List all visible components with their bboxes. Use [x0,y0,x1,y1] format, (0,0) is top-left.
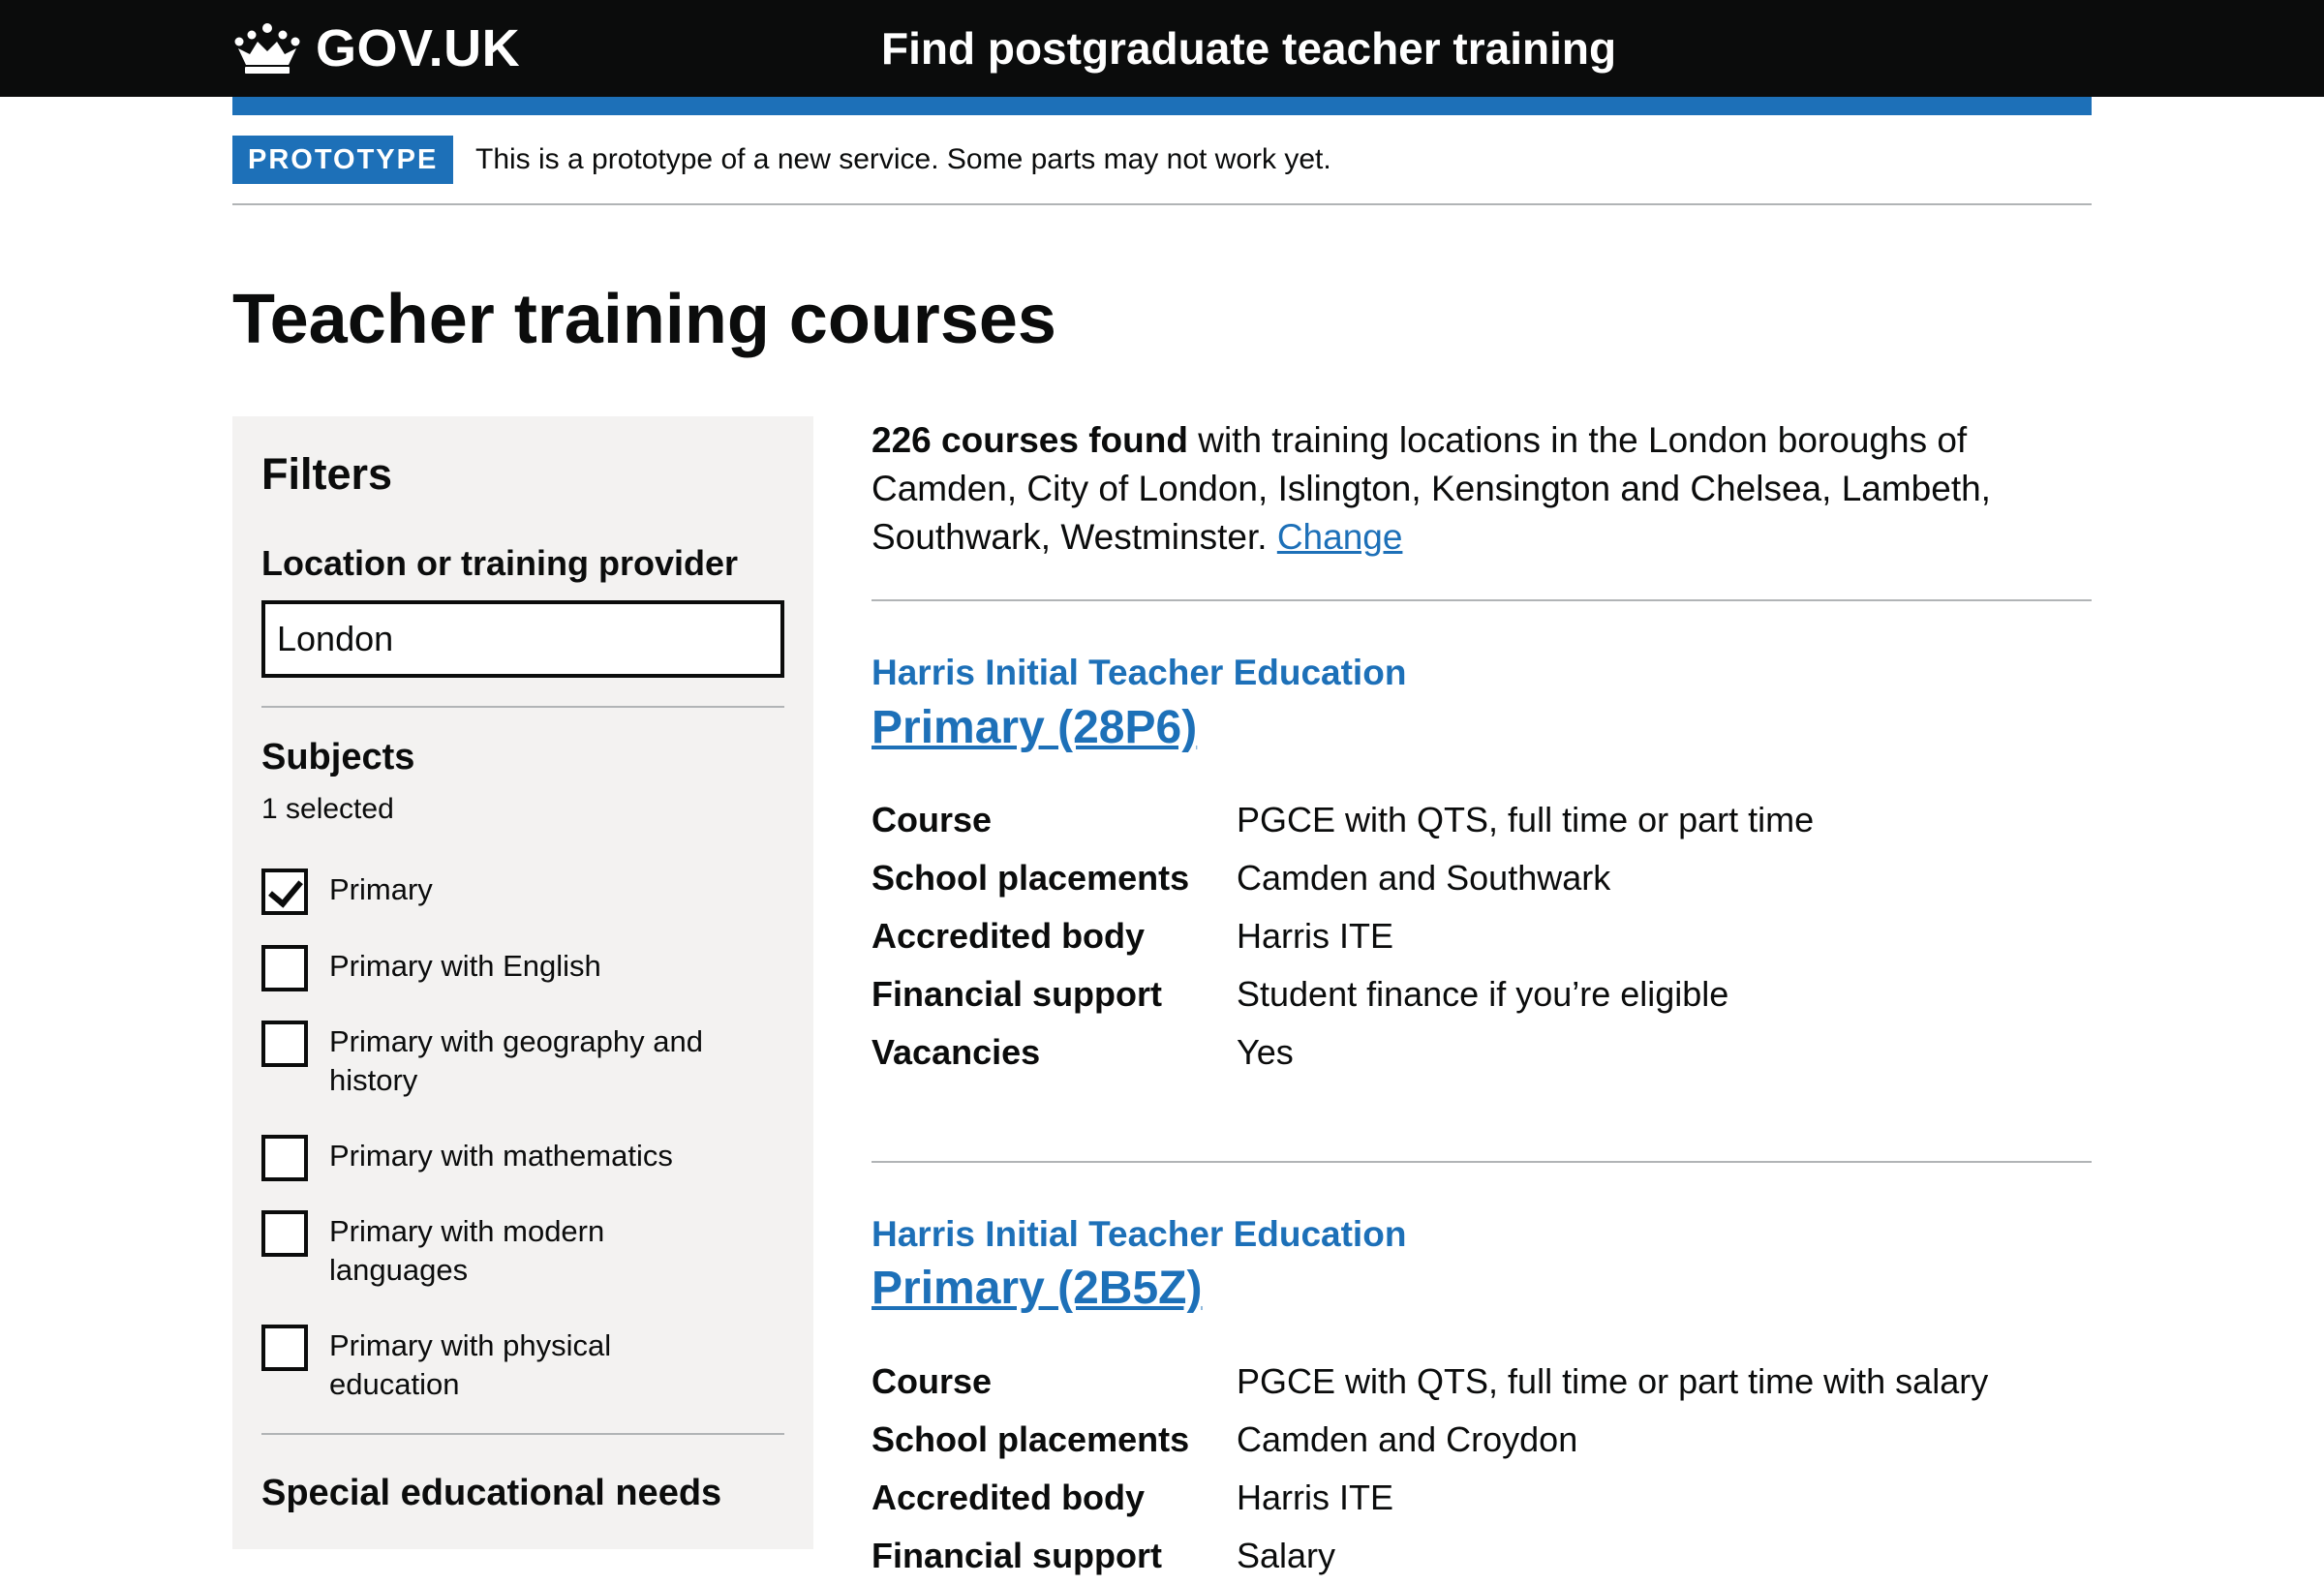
course-provider: Harris Initial Teacher Education [872,653,1407,692]
detail-value: Camden and Southwark [1237,858,1611,898]
divider [872,1161,2092,1163]
detail-term: Accredited body [872,1478,1146,1517]
divider [261,1433,784,1435]
course-detail-row: Accredited body Harris ITE [872,1469,2092,1527]
detail-value: Harris ITE [1237,916,1393,956]
subjects-selected-count: 1 selected [261,793,394,825]
course-detail-row: School placements Camden and Southwark [872,849,2092,907]
course-provider: Harris Initial Teacher Education [872,1214,1407,1254]
detail-term: Financial support [872,974,1163,1014]
detail-value: Student finance if you’re eligible [1237,974,1729,1014]
results-summary: 226 courses found with training location… [872,416,2092,562]
site-header: GOV.UK Find postgraduate teacher trainin… [0,0,2324,97]
filters-title: Filters [261,449,393,499]
detail-value: Yes [1237,1032,1294,1072]
change-location-link[interactable]: Change [1277,517,1403,557]
sen-filter-title: Special educational needs [261,1473,722,1513]
detail-value: PGCE with QTS, full time or part time [1237,800,1815,839]
checkbox-label[interactable]: Primary with physical education [329,1326,746,1404]
checkbox[interactable] [261,1135,308,1181]
divider [261,706,784,708]
checkbox-label[interactable]: Primary with geography and history [329,1022,746,1100]
results-count: 226 courses found [872,420,1188,460]
course-detail-row: School placements Camden and Croydon [872,1411,2092,1469]
checkbox-label[interactable]: Primary with modern languages [329,1212,746,1290]
divider [872,599,2092,601]
detail-term: School placements [872,858,1190,898]
checkbox[interactable] [261,869,308,915]
checkbox[interactable] [261,945,308,991]
checkbox[interactable] [261,1021,308,1067]
course-title-link[interactable]: Primary (2B5Z) [872,1258,1202,1320]
phase-banner: PROTOTYPE This is a prototype of a new s… [232,136,2092,205]
course-detail-row: Financial support Student finance if you… [872,965,2092,1023]
course-detail-row: Course PGCE with QTS, full time or part … [872,791,2092,849]
phase-banner-text: This is a prototype of a new service. So… [475,143,1331,175]
checkbox-label[interactable]: Primary with mathematics [329,1137,746,1175]
detail-term: School placements [872,1419,1190,1459]
crown-icon [234,23,300,74]
page-title: Teacher training courses [232,281,1056,358]
checkbox[interactable] [261,1210,308,1257]
checkbox-label[interactable]: Primary [329,870,746,909]
filters-panel: Filters Location or training provider Su… [232,416,813,1549]
location-input[interactable] [261,600,784,678]
detail-term: Financial support [872,1536,1163,1575]
location-label: Location or training provider [261,543,739,583]
phase-tag: PROTOTYPE [232,136,454,184]
checkmark-icon [268,871,303,908]
course-detail-row: Course PGCE with QTS, full time or part … [872,1353,2092,1411]
subjects-title: Subjects [261,737,415,777]
course-detail-row: Financial support Salary [872,1527,2092,1585]
service-name-link[interactable]: Find postgraduate teacher training [881,19,1616,77]
logo-text: GOV.UK [316,19,521,77]
govuk-logo-link[interactable]: GOV.UK [232,19,520,77]
detail-term: Course [872,800,993,839]
course-title-link[interactable]: Primary (28P6) [872,697,1197,759]
detail-value: Salary [1237,1536,1336,1575]
detail-value: PGCE with QTS, full time or part time wi… [1237,1361,1989,1401]
course-detail-row: Accredited body Harris ITE [872,907,2092,965]
header-blue-bar [232,97,2092,115]
detail-term: Accredited body [872,916,1146,956]
course-detail-row: Vacancies Yes [872,1023,2092,1082]
detail-value: Harris ITE [1237,1478,1393,1517]
detail-term: Vacancies [872,1032,1041,1072]
checkbox-label[interactable]: Primary with English [329,947,746,986]
detail-term: Course [872,1361,993,1401]
checkbox[interactable] [261,1325,308,1371]
detail-value: Camden and Croydon [1237,1419,1578,1459]
